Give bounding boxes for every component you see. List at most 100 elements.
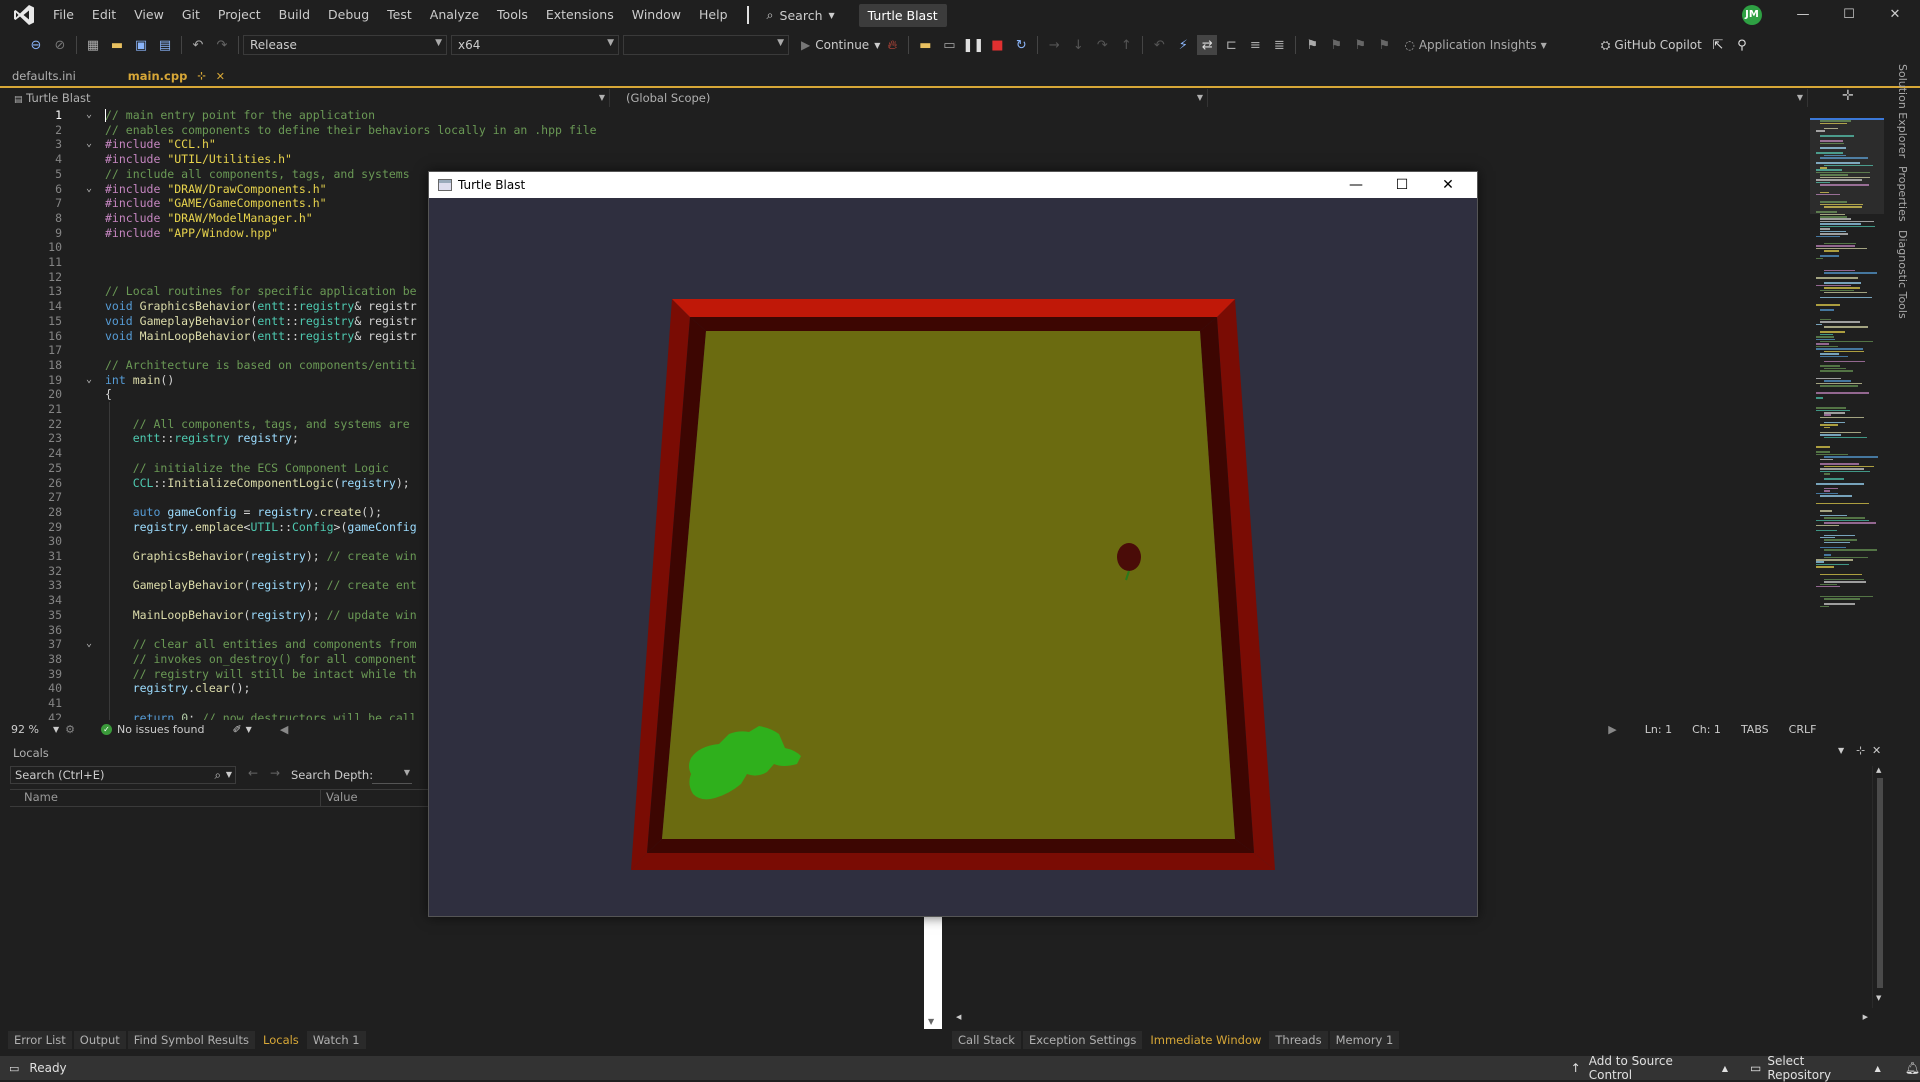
line-number[interactable]: 38: [20, 652, 62, 667]
select-repository[interactable]: Select Repository: [1767, 1054, 1868, 1082]
fold-toggle-icon[interactable]: ⌄: [86, 137, 92, 152]
uncomment-icon[interactable]: ≣: [1269, 35, 1289, 55]
minimize-button[interactable]: —: [1780, 0, 1826, 30]
line-number[interactable]: 35: [20, 608, 62, 623]
code-line[interactable]: 1 ⌄ // main entry point for the applicatio…: [0, 108, 1800, 123]
line-number[interactable]: 21: [20, 402, 62, 417]
menu-debug[interactable]: Debug: [319, 0, 378, 30]
maximize-button[interactable]: ☐: [1826, 0, 1872, 30]
close-icon[interactable]: ✕: [1872, 744, 1881, 757]
menu-project[interactable]: Project: [209, 0, 270, 30]
menu-file[interactable]: File: [44, 0, 83, 30]
line-number[interactable]: 32: [20, 564, 62, 579]
tab-threads[interactable]: Threads: [1269, 1031, 1328, 1049]
save-icon[interactable]: ▣: [131, 35, 151, 55]
redo-icon[interactable]: ↷: [212, 35, 232, 55]
tab-locals[interactable]: Locals: [257, 1031, 305, 1049]
notification-bell-icon[interactable]: 🔔︎: [1905, 1061, 1920, 1075]
line-number[interactable]: 1: [20, 108, 62, 123]
line-number[interactable]: 31: [20, 549, 62, 564]
hot-reload-icon[interactable]: 🔥︎: [882, 35, 902, 55]
step-into-icon[interactable]: ↓: [1068, 35, 1088, 55]
line-number[interactable]: 13: [20, 284, 62, 299]
line-number[interactable]: 17: [20, 343, 62, 358]
line-number[interactable]: 40: [20, 681, 62, 696]
line-number[interactable]: 26: [20, 476, 62, 491]
tab-diagnostic-tools[interactable]: Diagnostic Tools: [1896, 226, 1909, 323]
name-column-header[interactable]: Name: [24, 790, 58, 804]
issues-status[interactable]: No issues found: [117, 723, 204, 736]
startup-item-select[interactable]: ▼: [623, 35, 789, 55]
code-line[interactable]: 4 #include "UTIL/Utilities.h": [0, 152, 1800, 167]
comment-icon[interactable]: ≡: [1245, 35, 1265, 55]
forward-arrow-icon[interactable]: →: [270, 766, 280, 780]
line-number[interactable]: 6: [20, 182, 62, 197]
close-button[interactable]: ✕: [1872, 0, 1918, 30]
tab-properties[interactable]: Properties: [1896, 162, 1909, 226]
clear-bookmarks-icon[interactable]: ⚑: [1374, 35, 1394, 55]
global-scope-select[interactable]: (Global Scope) ▼: [610, 89, 1208, 107]
scroll-up-icon[interactable]: ▲: [1876, 766, 1881, 774]
line-number[interactable]: 28: [20, 505, 62, 520]
user-avatar[interactable]: JM: [1742, 5, 1762, 25]
toggle-icon[interactable]: ⇄: [1197, 35, 1218, 55]
game-close-button[interactable]: ✕: [1425, 172, 1471, 198]
line-number[interactable]: 9: [20, 226, 62, 241]
undo-icon[interactable]: ↶: [188, 35, 208, 55]
line-number[interactable]: 16: [20, 329, 62, 344]
tab-main-cpp[interactable]: main.cpp ⊹ ✕: [116, 66, 237, 86]
chevron-down-icon[interactable]: ▼: [1838, 746, 1844, 755]
add-to-source-control[interactable]: Add to Source Control: [1589, 1054, 1716, 1082]
line-number[interactable]: 34: [20, 593, 62, 608]
line-ending[interactable]: CRLF: [1789, 723, 1817, 736]
github-copilot-button[interactable]: ⛭ GitHub Copilot: [1601, 38, 1702, 53]
tab-solution-explorer[interactable]: Solution Explorer: [1896, 60, 1909, 162]
zoom-level[interactable]: 92 %: [11, 723, 39, 736]
back-icon[interactable]: ⊖: [26, 35, 46, 55]
share-icon[interactable]: ⇱: [1708, 35, 1728, 55]
line-number[interactable]: 12: [20, 270, 62, 285]
line-number[interactable]: 27: [20, 490, 62, 505]
feedback-icon[interactable]: ⚲: [1732, 35, 1752, 55]
menu-git[interactable]: Git: [173, 0, 209, 30]
configuration-select[interactable]: Release ▼: [243, 35, 447, 55]
locals-search-input[interactable]: Search (Ctrl+E) ⌕ ▼: [10, 766, 236, 784]
tab-output[interactable]: Output: [73, 1031, 126, 1049]
pause-icon[interactable]: ❚❚: [962, 35, 984, 55]
bookmark-icon[interactable]: ⚑: [1302, 35, 1322, 55]
new-project-icon[interactable]: ▦: [83, 35, 103, 55]
line-number[interactable]: 15: [20, 314, 62, 329]
menu-test[interactable]: Test: [378, 0, 421, 30]
tab-memory-1[interactable]: Memory 1: [1329, 1031, 1400, 1049]
process-icon[interactable]: ▬: [915, 35, 935, 55]
tab-watch-1[interactable]: Watch 1: [306, 1031, 366, 1049]
column-divider[interactable]: [320, 790, 321, 806]
menu-window[interactable]: Window: [623, 0, 690, 30]
forward-icon[interactable]: ⊘: [50, 35, 70, 55]
step-over-icon[interactable]: ↷: [1092, 35, 1112, 55]
cleanup-icon[interactable]: ✐: [232, 723, 241, 736]
code-line[interactable]: 2 // enables components to define their b…: [0, 123, 1800, 138]
open-folder-icon[interactable]: ▬: [107, 35, 127, 55]
line-number[interactable]: 10: [20, 240, 62, 255]
pin-icon[interactable]: ⊹: [1856, 744, 1865, 757]
menu-extensions[interactable]: Extensions: [537, 0, 623, 30]
search-menu[interactable]: ⌕ Search ▼: [759, 7, 843, 23]
search-icon[interactable]: ⌕: [215, 767, 221, 783]
platform-select[interactable]: x64 ▼: [451, 35, 619, 55]
tab-find-symbol-results[interactable]: Find Symbol Results: [127, 1031, 255, 1049]
minimap[interactable]: [1810, 118, 1890, 618]
line-number[interactable]: 24: [20, 446, 62, 461]
scroll-left-icon[interactable]: ◀: [956, 1013, 961, 1021]
split-editor-icon[interactable]: ✛: [1842, 88, 1854, 104]
scroll-left-icon[interactable]: ◀: [280, 723, 288, 736]
line-number[interactable]: 5: [20, 167, 62, 182]
line-number[interactable]: 7: [20, 196, 62, 211]
scroll-right-icon[interactable]: ▶: [1608, 723, 1616, 736]
value-column-header[interactable]: Value: [326, 790, 358, 804]
line-number[interactable]: 2: [20, 123, 62, 138]
line-number[interactable]: 4: [20, 152, 62, 167]
scroll-right-icon[interactable]: ▶: [1863, 1013, 1868, 1021]
line-number[interactable]: 42: [20, 711, 62, 720]
menu-edit[interactable]: Edit: [83, 0, 125, 30]
